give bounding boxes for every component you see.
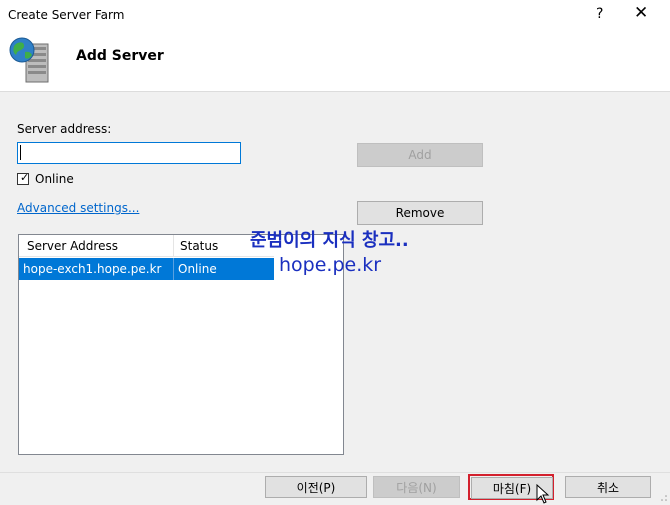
status-cell: Online — [178, 262, 217, 276]
close-button[interactable]: ✕ — [634, 3, 648, 23]
checkmark-icon: ✓ — [20, 171, 30, 184]
text-caret — [20, 145, 21, 160]
mouse-cursor-icon — [536, 484, 550, 504]
watermark-line2: hope.pe.kr — [279, 254, 382, 276]
resize-grip-icon[interactable] — [660, 494, 668, 502]
column-header-server-address[interactable]: Server Address — [19, 235, 174, 257]
server-address-label: Server address: — [17, 122, 112, 136]
column-header-label: Server Address — [27, 239, 118, 253]
online-label: Online — [35, 172, 74, 186]
window-title: Create Server Farm — [8, 8, 125, 22]
footer-divider — [0, 472, 670, 473]
title-bar: Create Server Farm ? ✕ — [0, 0, 670, 30]
advanced-settings-link[interactable]: Advanced settings... — [17, 201, 139, 215]
online-checkbox[interactable]: ✓ — [17, 171, 30, 185]
remove-button[interactable]: Remove — [357, 201, 483, 225]
previous-button[interactable]: 이전(P) — [265, 476, 367, 498]
wizard-body: Server address: ✓ Online Advanced settin… — [0, 92, 670, 472]
table-row[interactable]: hope-exch1.hope.pe.kr Online — [19, 258, 274, 280]
column-header-label: Status — [180, 239, 219, 253]
page-title: Add Server — [76, 48, 164, 64]
cancel-button[interactable]: 취소 — [565, 476, 651, 498]
watermark-line1: 준범이의 지식 창고.. — [250, 230, 409, 251]
server-globe-icon — [9, 37, 49, 83]
column-divider — [173, 258, 174, 280]
server-address-input[interactable] — [17, 142, 241, 164]
wizard-header: Add Server — [0, 30, 670, 92]
help-button[interactable]: ? — [596, 6, 603, 22]
next-button[interactable]: 다음(N) — [373, 476, 460, 498]
server-address-cell: hope-exch1.hope.pe.kr — [23, 262, 162, 276]
wizard-footer: 이전(P) 다음(N) 마침(F) 취소 — [0, 472, 670, 505]
add-button[interactable]: Add — [357, 143, 483, 167]
